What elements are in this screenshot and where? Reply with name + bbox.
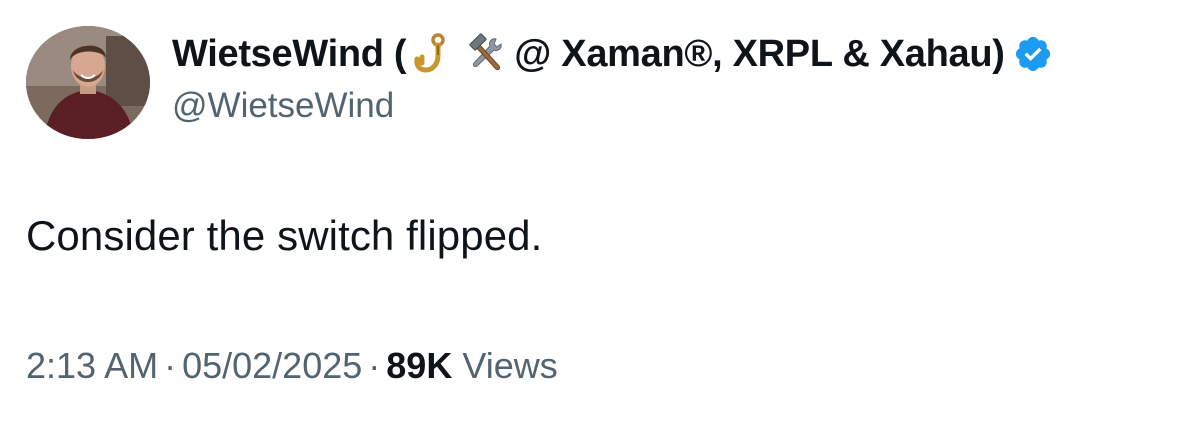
tweet-date: 05/02/2025 <box>182 345 363 386</box>
author-name-prefix[interactable]: WietseWind ( <box>172 33 407 76</box>
tweet-meta: 2:13 AM · 05/02/2025 · 89K Views <box>26 345 558 387</box>
author-name-suffix[interactable]: @ Xaman®, XRPL & Xahau) <box>514 33 1005 76</box>
tweet-time: 2:13 AM <box>26 345 159 386</box>
views-count: 89K <box>386 345 453 386</box>
author-handle[interactable]: @WietseWind <box>172 86 1170 126</box>
tweet-header: WietseWind ( @ Xaman®, XRPL & Xahau) @Wi… <box>172 26 1170 126</box>
views-link[interactable]: 89K Views <box>386 345 557 386</box>
meta-separator: · <box>164 345 177 386</box>
hammer-and-wrench-icon <box>466 33 508 75</box>
author-name-row: WietseWind ( @ Xaman®, XRPL & Xahau) <box>172 26 1170 82</box>
tweet-timestamp[interactable]: 2:13 AM · 05/02/2025 <box>26 345 362 386</box>
tweet-text: Consider the switch flipped. <box>26 212 543 259</box>
tweet-card: WietseWind ( @ Xaman®, XRPL & Xahau) @Wi… <box>0 0 1200 424</box>
verified-checkmark-icon <box>1013 34 1053 74</box>
meta-separator: · <box>368 345 381 386</box>
avatar-photo <box>26 26 150 139</box>
views-label: Views <box>462 345 558 386</box>
avatar[interactable] <box>26 26 150 139</box>
hook-icon <box>412 33 454 75</box>
